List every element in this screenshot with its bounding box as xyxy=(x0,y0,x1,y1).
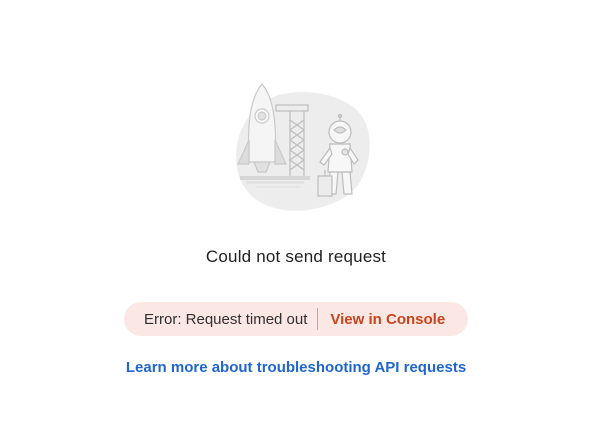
request-error-view: Could not send request Error: Request ti… xyxy=(0,0,600,439)
rocket-astronaut-illustration xyxy=(220,80,380,220)
error-message: Error: Request timed out xyxy=(144,310,308,328)
error-banner: Error: Request timed out View in Console xyxy=(124,302,468,336)
troubleshooting-help-link[interactable]: Learn more about troubleshooting API req… xyxy=(0,359,592,376)
banner-divider xyxy=(317,308,319,330)
view-in-console-link[interactable]: View in Console xyxy=(330,311,445,328)
error-title: Could not send request xyxy=(205,247,387,266)
